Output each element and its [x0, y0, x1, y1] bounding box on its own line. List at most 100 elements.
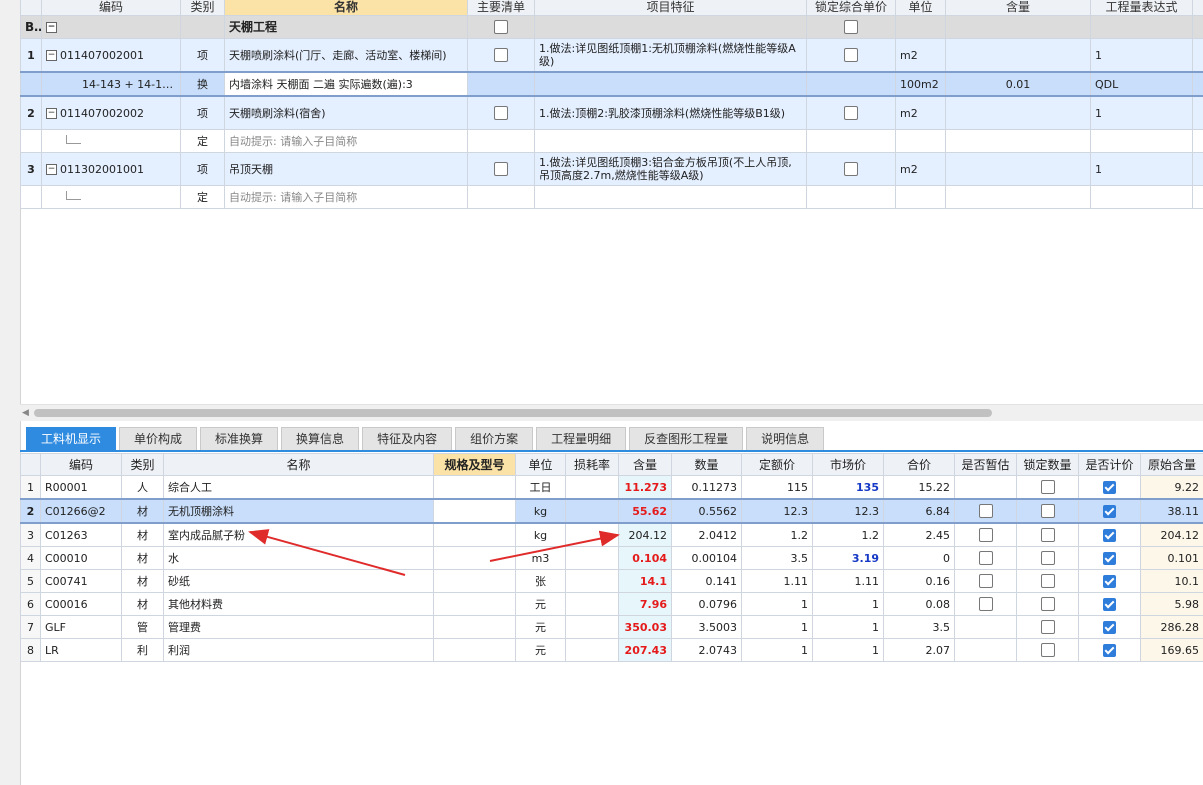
collapse-toggle-icon[interactable]: −	[46, 164, 57, 175]
main-list-cell[interactable]	[467, 38, 535, 73]
lock-price-cell[interactable]	[806, 129, 896, 153]
category-cell[interactable]: 材	[121, 569, 164, 593]
is-priced-cell[interactable]	[1078, 615, 1141, 639]
category-cell[interactable]: 项	[180, 95, 225, 130]
lock-quantity-checkbox[interactable]	[1040, 504, 1055, 518]
col-quantity[interactable]: 数量	[671, 453, 742, 476]
feature-cell[interactable]	[534, 129, 807, 153]
code-cell[interactable]: C01266@2	[40, 498, 122, 524]
code-cell[interactable]: C00741	[40, 569, 122, 593]
category-cell[interactable]: 人	[121, 475, 164, 500]
col-original-content[interactable]: 原始含量	[1140, 453, 1203, 476]
lock-price-cell[interactable]	[806, 15, 896, 39]
feature-cell[interactable]: 1.做法:详见图纸顶棚1:无机顶棚涂料(燃烧性能等级A级)	[534, 38, 807, 73]
col-code[interactable]: 编码	[41, 0, 181, 16]
is-priced-checkbox[interactable]	[1103, 480, 1116, 494]
lock-quantity-cell[interactable]	[1016, 475, 1079, 500]
col-feature[interactable]: 项目特征	[534, 0, 807, 16]
name-cell[interactable]: 综合人工	[163, 475, 434, 500]
main-list-cell[interactable]	[467, 185, 535, 209]
is-priced-checkbox[interactable]	[1103, 574, 1116, 588]
is-priced-checkbox[interactable]	[1103, 551, 1116, 565]
category-cell[interactable]: 管	[121, 615, 164, 639]
is-priced-cell[interactable]	[1078, 569, 1141, 593]
feature-cell[interactable]	[534, 71, 807, 97]
lock-price-cell[interactable]	[806, 152, 896, 186]
unit-cell[interactable]: 元	[515, 615, 566, 639]
lock-quantity-cell[interactable]	[1016, 638, 1079, 662]
content-cell[interactable]: 14.1	[618, 569, 672, 593]
lock-price-checkbox[interactable]	[844, 20, 858, 35]
is-priced-checkbox[interactable]	[1103, 528, 1116, 542]
category-cell[interactable]	[180, 15, 225, 39]
col-unit[interactable]: 单位	[895, 0, 946, 16]
lock-price-cell[interactable]	[806, 95, 896, 130]
feature-cell[interactable]	[534, 185, 807, 209]
tab-0[interactable]: 工料机显示	[26, 427, 117, 450]
col-category[interactable]: 类别	[180, 0, 225, 16]
unit-cell[interactable]	[895, 185, 946, 209]
horizontal-scrollbar[interactable]: ◀	[20, 404, 1203, 421]
bill-row[interactable]: 定自动提示: 请输入子目简称	[20, 185, 1203, 209]
provisional-cell[interactable]	[954, 522, 1017, 547]
resource-row[interactable]: 2 C01266@2 材无机顶棚涂料 kg 55.62 0.5562 12.3 12.3 6.8…	[20, 498, 1203, 524]
col-provisional[interactable]: 是否暂估	[954, 453, 1017, 476]
provisional-cell[interactable]	[954, 569, 1017, 593]
unit-cell[interactable]	[895, 129, 946, 153]
resource-row[interactable]: 8 LR 利利润元 207.43 2.0743 1 1 2.07 169.65	[20, 638, 1203, 662]
name-cell[interactable]: 水	[163, 546, 434, 570]
name-cell[interactable]: 内墙涂料 天棚面 二遍 实际遍数(遍):3	[224, 71, 468, 97]
category-cell[interactable]: 定	[180, 185, 225, 209]
lock-quantity-cell[interactable]	[1016, 615, 1079, 639]
loss-rate-cell[interactable]	[565, 475, 619, 500]
provisional-cell[interactable]	[954, 615, 1017, 639]
is-priced-checkbox[interactable]	[1103, 620, 1116, 634]
spec-cell[interactable]	[433, 615, 516, 639]
lock-quantity-cell[interactable]	[1016, 569, 1079, 593]
lock-price-checkbox[interactable]	[844, 106, 858, 120]
bill-row[interactable]: 14-143 + 14-144 换内墙涂料 天棚面 二遍 实际遍数(遍):3 100…	[20, 71, 1203, 97]
market-price-cell[interactable]: 12.3	[812, 498, 884, 524]
col-name[interactable]: 名称	[224, 0, 468, 16]
resource-row[interactable]: 7 GLF 管管理费元 350.03 3.5003 1 1 3.5 286.28	[20, 615, 1203, 639]
provisional-checkbox[interactable]	[978, 597, 993, 611]
bill-row[interactable]: 1−011407002001 项天棚喷刷涂料(门厅、走廊、活动室、楼梯间) 1.做法…	[20, 38, 1203, 73]
is-priced-cell[interactable]	[1078, 498, 1141, 524]
scroll-left-icon[interactable]: ◀	[22, 408, 29, 418]
expression-cell[interactable]	[1090, 15, 1193, 39]
content-cell[interactable]: 204.12	[618, 522, 672, 547]
code-cell[interactable]: −011407002002	[41, 95, 181, 130]
tab-8[interactable]: 说明信息	[746, 427, 825, 450]
col-market-price[interactable]: 市场价	[812, 453, 884, 476]
expression-cell[interactable]: 1	[1090, 38, 1193, 73]
content-cell[interactable]: 7.96	[618, 592, 672, 616]
unit-cell[interactable]: kg	[515, 498, 566, 524]
lock-quantity-cell[interactable]	[1016, 522, 1079, 547]
content-cell[interactable]: 11.273	[618, 475, 672, 500]
scrollbar-thumb[interactable]	[34, 409, 992, 417]
category-cell[interactable]: 材	[121, 546, 164, 570]
market-price-cell[interactable]: 1.11	[812, 569, 884, 593]
tab-2[interactable]: 标准换算	[200, 427, 279, 450]
main-list-cell[interactable]	[467, 71, 535, 97]
lock-price-cell[interactable]	[806, 71, 896, 97]
unit-cell[interactable]: 工日	[515, 475, 566, 500]
code-cell[interactable]: −011302001001	[41, 152, 181, 186]
market-price-cell[interactable]: 1	[812, 638, 884, 662]
lock-quantity-checkbox[interactable]	[1040, 574, 1055, 588]
market-price-cell[interactable]: 1	[812, 592, 884, 616]
is-priced-cell[interactable]	[1078, 638, 1141, 662]
market-price-cell[interactable]: 3.19	[812, 546, 884, 570]
code-cell[interactable]: 14-143 + 14-144	[41, 71, 181, 97]
category-cell[interactable]: 项	[180, 152, 225, 186]
spec-cell[interactable]	[433, 498, 516, 524]
category-cell[interactable]: 换	[180, 71, 225, 97]
expression-cell[interactable]	[1090, 185, 1193, 209]
col-spec[interactable]: 规格及型号	[433, 453, 516, 476]
col-unit[interactable]: 单位	[515, 453, 566, 476]
unit-cell[interactable]: 100m2	[895, 71, 946, 97]
category-cell[interactable]: 项	[180, 38, 225, 73]
main-list-checkbox[interactable]	[494, 48, 508, 62]
name-cell[interactable]: 其他材料费	[163, 592, 434, 616]
feature-cell[interactable]	[534, 15, 807, 39]
